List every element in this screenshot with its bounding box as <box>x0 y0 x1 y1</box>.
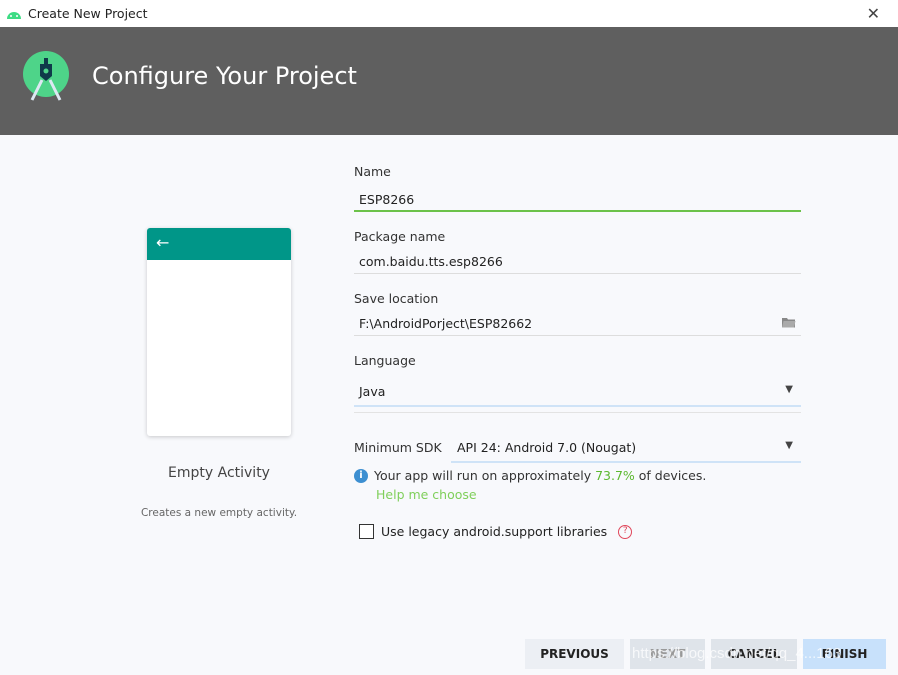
package-name-field[interactable]: com.baidu.tts.esp8266 <box>354 248 801 274</box>
window-title: Create New Project <box>28 6 148 21</box>
coverage-text: Your app will run on approximately <box>374 468 596 483</box>
coverage-percent: 73.7% <box>595 468 635 483</box>
coverage-suffix: of devices. <box>634 468 707 483</box>
save-location-field[interactable]: F:\AndroidPorject\ESP82662 <box>354 310 801 336</box>
language-label: Language <box>354 353 416 368</box>
previous-button[interactable]: PREVIOUS <box>525 639 624 669</box>
legacy-libraries-checkbox[interactable]: Use legacy android.support libraries ? <box>359 524 633 539</box>
template-description: Creates a new empty activity. <box>140 507 298 519</box>
device-coverage-info: i Your app will run on approximately 73.… <box>354 468 706 483</box>
android-studio-logo <box>23 51 69 101</box>
info-icon: i <box>354 468 368 483</box>
finish-button[interactable]: FINISH <box>803 639 886 669</box>
min-sdk-label: Minimum SDK <box>354 440 442 455</box>
activity-preview[interactable]: ← <box>147 228 291 436</box>
folder-icon[interactable] <box>782 317 796 328</box>
min-sdk-value: API 24: Android 7.0 (Nougat) <box>457 440 637 455</box>
next-button[interactable]: NEXT <box>630 639 705 669</box>
legacy-libraries-label: Use legacy android.support libraries <box>381 524 608 539</box>
language-select[interactable]: Java ▼ <box>354 378 801 407</box>
min-sdk-select[interactable]: API 24: Android 7.0 (Nougat) ▼ <box>451 434 801 463</box>
android-icon <box>7 11 21 19</box>
header: Configure Your Project <box>0 27 898 135</box>
checkbox[interactable] <box>359 524 374 539</box>
close-icon[interactable]: ✕ <box>867 4 880 23</box>
save-location-value: F:\AndroidPorject\ESP82662 <box>359 316 533 331</box>
title-bar: Create New Project ✕ <box>0 0 898 27</box>
back-arrow-icon: ← <box>156 233 170 252</box>
preview-toolbar: ← <box>147 228 291 260</box>
help-icon[interactable]: ? <box>618 524 633 539</box>
save-location-label: Save location <box>354 291 439 306</box>
template-name: Empty Activity <box>168 465 270 481</box>
page-title: Configure Your Project <box>92 62 357 90</box>
name-field[interactable]: ESP8266 <box>354 186 801 212</box>
help-me-choose-link[interactable]: Help me choose <box>376 487 477 502</box>
package-label: Package name <box>354 229 446 244</box>
cancel-button[interactable]: CANCEL <box>711 639 797 669</box>
chevron-down-icon: ▼ <box>785 384 793 395</box>
name-label: Name <box>354 164 391 179</box>
chevron-down-icon: ▼ <box>785 440 793 451</box>
divider <box>354 412 801 413</box>
language-value: Java <box>359 384 386 399</box>
